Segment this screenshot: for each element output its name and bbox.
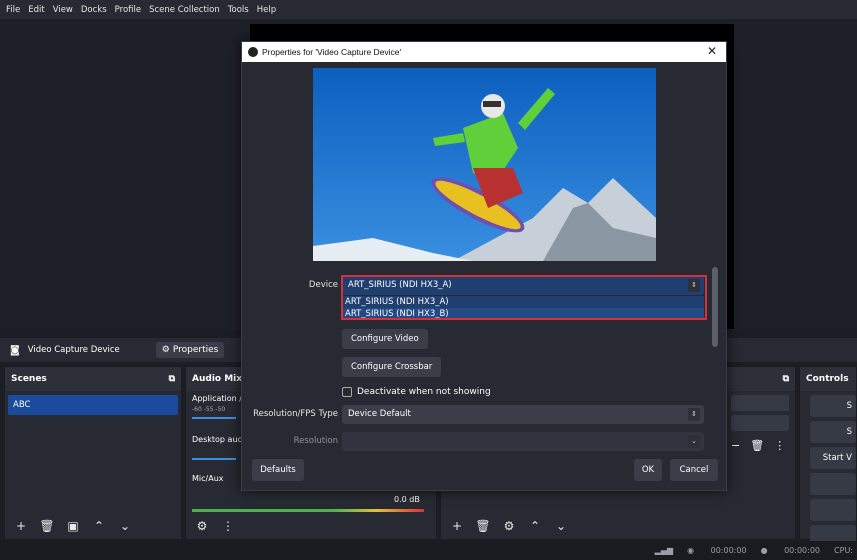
menu-edit[interactable]: Edit [28, 5, 44, 15]
controls-title: Controls [806, 374, 849, 384]
up-icon[interactable]: ⌃ [527, 519, 543, 533]
start-virtual-camera-button[interactable]: Start V [810, 447, 856, 469]
ok-button[interactable]: OK [634, 459, 662, 481]
updown-icon: ⇕ [688, 407, 700, 421]
trash-icon[interactable]: 🗑 [475, 519, 491, 533]
cancel-label: Cancel [679, 465, 709, 475]
audio-mixer-title: Audio Mix [192, 374, 243, 384]
source-name: Video Capture Device [27, 345, 120, 355]
scenes-dock: Scenes ⧉ ABC + 🗑 ▣ ⌃ ⌄ [4, 366, 182, 540]
deactivate-row: Deactivate when not showing [342, 382, 491, 402]
more-icon[interactable]: ⋮ [774, 439, 785, 452]
more-icon[interactable]: ⋮ [220, 519, 236, 533]
undock-icon[interactable]: ⧉ [169, 374, 175, 384]
gear-icon[interactable]: ⚙ [501, 519, 517, 533]
settings-button[interactable] [810, 499, 856, 521]
undock-icon[interactable]: ⧉ [783, 374, 789, 384]
menu-tools[interactable]: Tools [228, 5, 249, 15]
stream-time: ● 00:00:00 [760, 546, 821, 555]
down-icon[interactable]: ⌄ [117, 519, 133, 533]
start-streaming-button[interactable]: S [810, 395, 856, 417]
defaults-label: Defaults [260, 465, 296, 475]
chevron-down-icon: ⌄ [688, 434, 700, 448]
preview-image [313, 68, 656, 261]
resolution-label: Resolution [293, 436, 338, 446]
menu-docks[interactable]: Docks [81, 5, 107, 15]
resolution-row: Resolution ⌄ [242, 431, 728, 451]
studio-mode-button[interactable] [810, 473, 856, 495]
menu-bar: File Edit View Docks Profile Scene Colle… [0, 0, 857, 19]
scrollbar[interactable] [712, 267, 718, 347]
device-option[interactable]: ART_SIRIUS (NDI HX3_B) [342, 308, 704, 320]
menu-view[interactable]: View [53, 5, 73, 15]
dialog-titlebar: Properties for 'Video Capture Device' ✕ [242, 42, 726, 62]
res-fps-select[interactable]: Device Default ⇕ [342, 404, 704, 424]
trash-icon[interactable]: 🗑 [750, 439, 764, 452]
device-dropdown-list: ART_SIRIUS (NDI HX3_A) ART_SIRIUS (NDI H… [342, 296, 704, 320]
transition-tools: − 🗑 ⋮ [731, 439, 785, 452]
scenes-header: Scenes ⧉ [5, 367, 181, 391]
resolution-select[interactable]: ⌄ [342, 431, 704, 451]
properties-button[interactable]: ⚙ Properties [155, 342, 225, 358]
menu-profile[interactable]: Profile [115, 5, 141, 15]
status-bar: ▂▄▆ ◉ 00:00:00 ● 00:00:00 CPU: [0, 541, 857, 560]
res-fps-label: Resolution/FPS Type [253, 409, 338, 419]
dialog-title: Properties for 'Video Capture Device' [262, 47, 402, 57]
add-icon[interactable]: + [13, 519, 29, 533]
configure-crossbar-button[interactable]: Configure Crossbar [342, 357, 442, 377]
configure-video-button[interactable]: Configure Video [342, 329, 428, 349]
start-virtual-label: Start V [822, 453, 852, 463]
up-icon[interactable]: ⌃ [91, 519, 107, 533]
controls-dock: Controls S S Start V [799, 366, 857, 547]
transition-select[interactable] [731, 395, 789, 411]
controls-header: Controls [800, 367, 856, 391]
duration-spin[interactable] [731, 415, 789, 431]
source-tools: + 🗑 ⚙ ⌃ ⌄ [449, 519, 569, 533]
configure-crossbar-label: Configure Crossbar [351, 362, 433, 372]
signal-icon: ▂▄▆ [654, 546, 674, 555]
device-option[interactable]: ART_SIRIUS (NDI HX3_A) [342, 296, 704, 308]
audio-meter [192, 509, 424, 512]
menu-file[interactable]: File [6, 5, 20, 15]
audio-tools: ⚙ ⋮ [194, 519, 236, 533]
add-icon[interactable]: + [449, 519, 465, 533]
snowboarder-image [313, 68, 656, 261]
menu-scene-collection[interactable]: Scene Collection [149, 5, 220, 15]
device-label: Device [308, 280, 338, 290]
filter-icon[interactable]: ▣ [65, 519, 81, 533]
properties-label: Properties [172, 345, 219, 355]
scenes-title: Scenes [11, 374, 47, 384]
camera-icon: ◙ [10, 344, 20, 356]
gears-icon[interactable]: ⚙ [194, 519, 210, 533]
device-select[interactable]: ART_SIRIUS (NDI HX3_A) ⇕ [342, 275, 704, 295]
start-recording-button[interactable]: S [810, 421, 856, 443]
selected-source: ◙ Video Capture Device [0, 345, 130, 356]
device-row: Device ART_SIRIUS (NDI HX3_A) ⇕ [242, 275, 728, 295]
cpu-usage: CPU: [834, 546, 853, 555]
res-fps-value: Device Default [348, 409, 411, 419]
defaults-button[interactable]: Defaults [252, 459, 304, 481]
deactivate-checkbox[interactable] [342, 387, 352, 397]
trash-icon[interactable]: 🗑 [39, 519, 55, 533]
properties-dialog: Properties for 'Video Capture Device' ✕ … [241, 41, 727, 491]
remove-icon[interactable]: − [731, 439, 740, 452]
scene-tools: + 🗑 ▣ ⌃ ⌄ [13, 519, 133, 533]
gear-icon: ⚙ [161, 345, 170, 355]
ok-label: OK [641, 465, 655, 475]
scene-item-abc[interactable]: ABC [8, 395, 178, 415]
close-icon[interactable]: ✕ [707, 44, 717, 58]
down-icon[interactable]: ⌄ [553, 519, 569, 533]
volume-slider[interactable] [192, 417, 236, 419]
menu-help[interactable]: Help [257, 5, 276, 15]
deactivate-label: Deactivate when not showing [357, 387, 491, 397]
res-fps-row: Resolution/FPS Type Device Default ⇕ [242, 404, 728, 424]
cancel-button[interactable]: Cancel [670, 459, 718, 481]
mic-level: 0.0 dB [394, 495, 420, 504]
obs-logo-icon [248, 47, 258, 57]
device-value: ART_SIRIUS (NDI HX3_A) [348, 280, 452, 290]
rec-time: ◉ 00:00:00 [687, 546, 747, 555]
configure-video-label: Configure Video [351, 334, 419, 344]
updown-icon: ⇕ [688, 278, 700, 292]
